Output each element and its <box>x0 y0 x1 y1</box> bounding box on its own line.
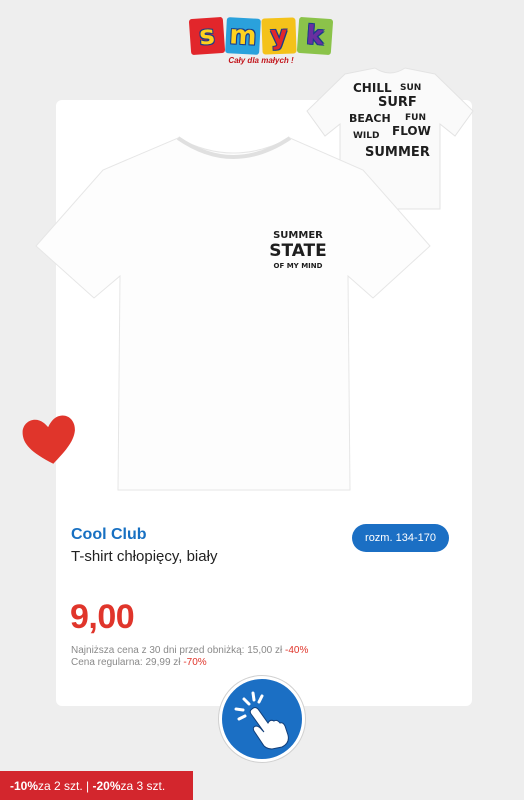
size-badge[interactable]: rozm. 134-170 <box>352 524 449 552</box>
print-back-word: SUN <box>400 83 421 93</box>
promo-bar[interactable]: -10% za 2 szt. | -20% za 3 szt. <box>0 771 193 800</box>
print-back-word: BEACH <box>349 112 391 125</box>
lowest-price-text: Najniższa cena z 30 dni przed obniżką: 1… <box>71 645 283 656</box>
tap-hand-icon <box>234 691 289 750</box>
promo-text-1: za 2 szt. <box>38 778 83 793</box>
tap-button[interactable] <box>219 676 305 762</box>
print-front-line: SUMMER <box>273 230 323 241</box>
promo-discount-2: -20% <box>92 778 121 793</box>
logo-letter: s <box>188 16 226 56</box>
regular-price-info: Cena regularna: 29,99 zł -70% <box>71 657 207 668</box>
lowest-price-info: Najniższa cena z 30 dni przed obniżką: 1… <box>71 645 308 656</box>
logo-letter: m <box>225 17 261 55</box>
tshirt-front-image: SUMMER STATE OF MY MIND <box>35 136 431 491</box>
print-front-line: OF MY MIND <box>274 262 323 270</box>
product-price: 9,00 <box>70 598 135 636</box>
regular-price-text: Cena regularna: 29,99 zł <box>71 657 181 668</box>
heart-icon[interactable] <box>20 410 80 470</box>
print-back-word: SURF <box>378 95 417 110</box>
print-back-word: CHILL <box>353 81 392 95</box>
lowest-price-discount: -40% <box>285 645 309 656</box>
promo-separator: | <box>82 778 93 793</box>
print-front-line: STATE <box>269 241 327 261</box>
logo-tagline: Cały dla małych ! <box>228 56 294 65</box>
print-back-word: FUN <box>405 113 426 123</box>
logo-letter: k <box>296 16 334 56</box>
product-title: T-shirt chłopięcy, biały <box>71 548 218 565</box>
regular-price-discount: -70% <box>183 657 207 668</box>
logo-letter: y <box>261 17 297 55</box>
promo-discount-1: -10% <box>10 778 39 793</box>
product-brand: Cool Club <box>71 526 147 543</box>
promo-text-2: za 3 szt. <box>120 778 166 793</box>
